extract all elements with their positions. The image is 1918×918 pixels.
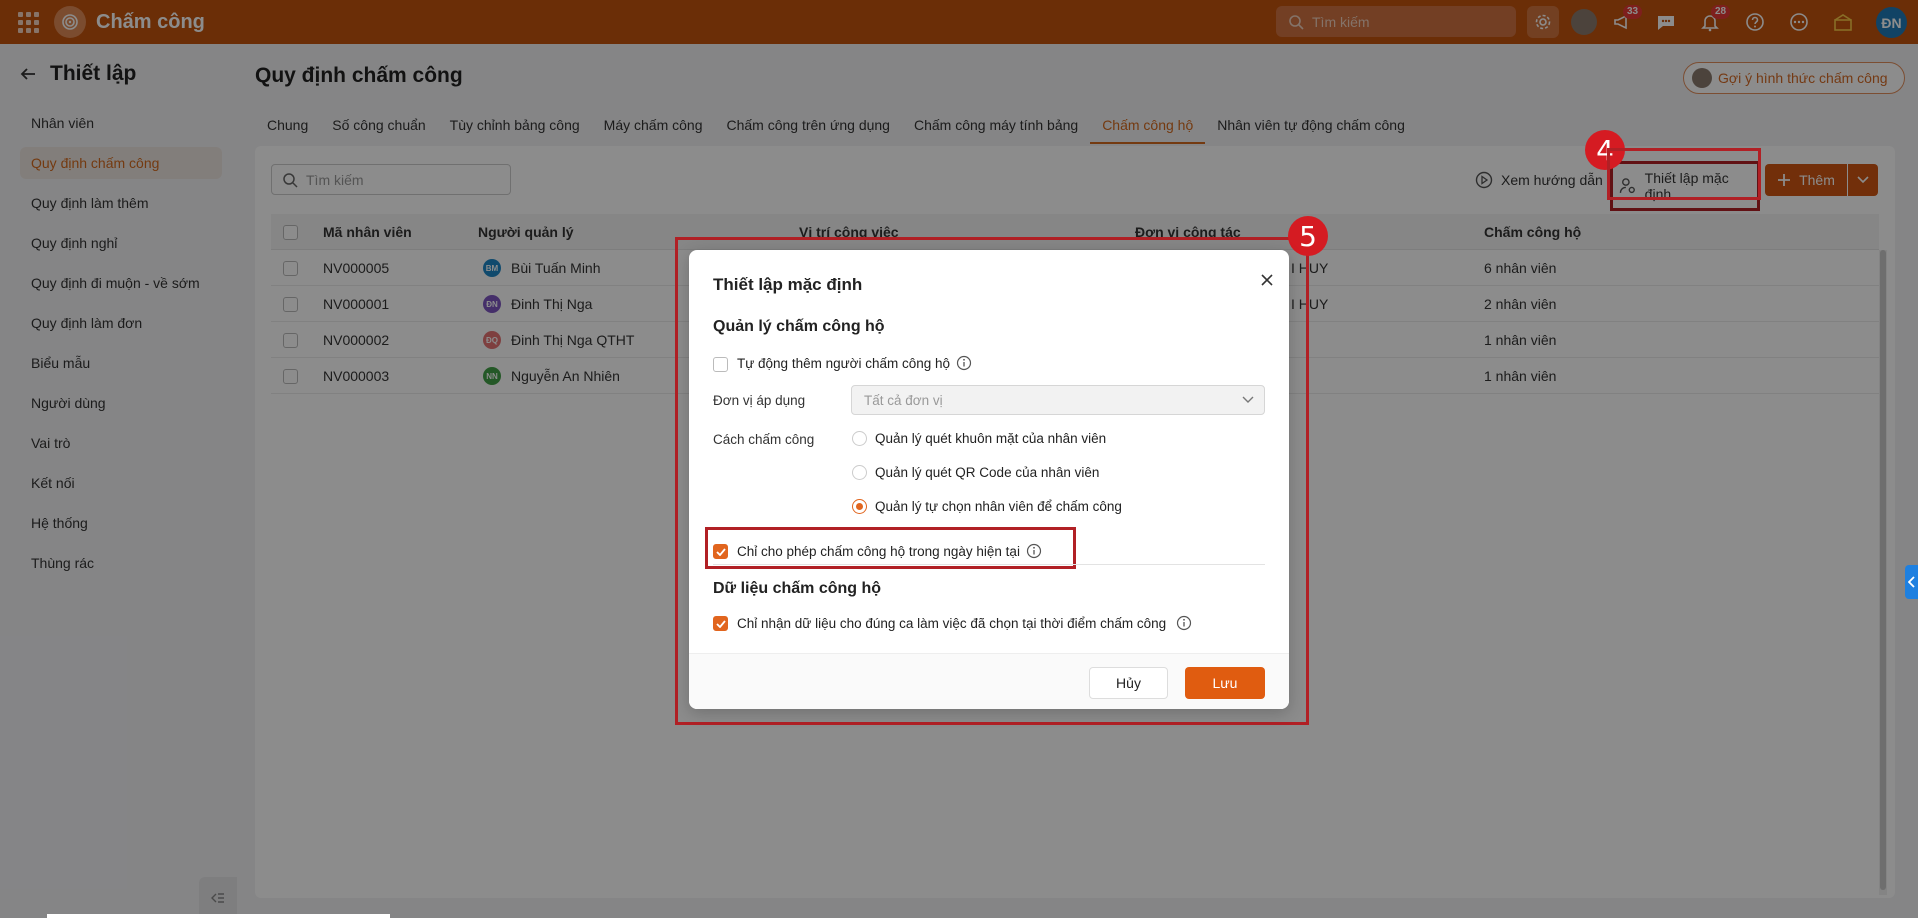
today-only-label: Chỉ cho phép chấm công hộ trong ngày hiệ… [737, 543, 1042, 559]
chevron-down-icon [1242, 396, 1254, 403]
modal-footer: Hủy Lưu [689, 653, 1289, 709]
shift-only-text: Chỉ nhận dữ liệu cho đúng ca làm việc đã… [737, 615, 1167, 631]
section-proxy-management: Quản lý chấm công hộ [713, 318, 885, 335]
highlight-default-settings [1607, 148, 1761, 200]
side-panel-toggle[interactable] [1905, 565, 1918, 599]
today-only-text: Chỉ cho phép chấm công hộ trong ngày hiệ… [737, 543, 1020, 559]
method-qr-label: Quản lý quét QR Code của nhân viên [875, 465, 1100, 480]
section-proxy-data: Dữ liệu chấm công hộ [713, 580, 882, 597]
info-icon[interactable] [1026, 543, 1042, 559]
method-face-label: Quản lý quét khuôn mặt của nhân viên [875, 431, 1107, 446]
method-manual-label: Quản lý tự chọn nhân viên để chấm công [875, 499, 1122, 514]
today-only-checkbox[interactable] [713, 544, 728, 559]
bottom-strip [47, 914, 390, 918]
chevron-left-icon [1907, 576, 1915, 588]
method-qr-radio[interactable] [852, 465, 867, 480]
method-face-radio[interactable] [852, 431, 867, 446]
method-manual-radio[interactable] [852, 499, 867, 514]
shift-only-checkbox[interactable] [713, 616, 728, 631]
unit-select-value: Tất cả đơn vị [864, 392, 943, 408]
cancel-button[interactable]: Hủy [1089, 667, 1168, 699]
shift-only-label: Chỉ nhận dữ liệu cho đúng ca làm việc đã… [737, 615, 1192, 631]
info-icon[interactable] [956, 355, 972, 371]
auto-add-text: Tự động thêm người chấm công hộ [737, 355, 951, 371]
auto-add-label: Tự động thêm người chấm công hộ [737, 355, 972, 371]
close-icon[interactable] [1257, 270, 1277, 290]
unit-label: Đơn vị áp dụng [713, 393, 806, 408]
save-button[interactable]: Lưu [1185, 667, 1265, 699]
step-marker-5: 5 [1288, 216, 1328, 256]
unit-select[interactable]: Tất cả đơn vị [851, 385, 1265, 415]
auto-add-checkbox[interactable] [713, 357, 728, 372]
method-label: Cách chấm công [713, 432, 815, 447]
info-icon[interactable] [1176, 615, 1192, 631]
default-settings-modal: Thiết lập mặc định Quản lý chấm công hộ … [689, 250, 1289, 709]
section-divider [713, 564, 1265, 565]
check-icon [715, 547, 726, 556]
modal-title: Thiết lập mặc định [713, 275, 863, 294]
check-icon [715, 619, 726, 628]
